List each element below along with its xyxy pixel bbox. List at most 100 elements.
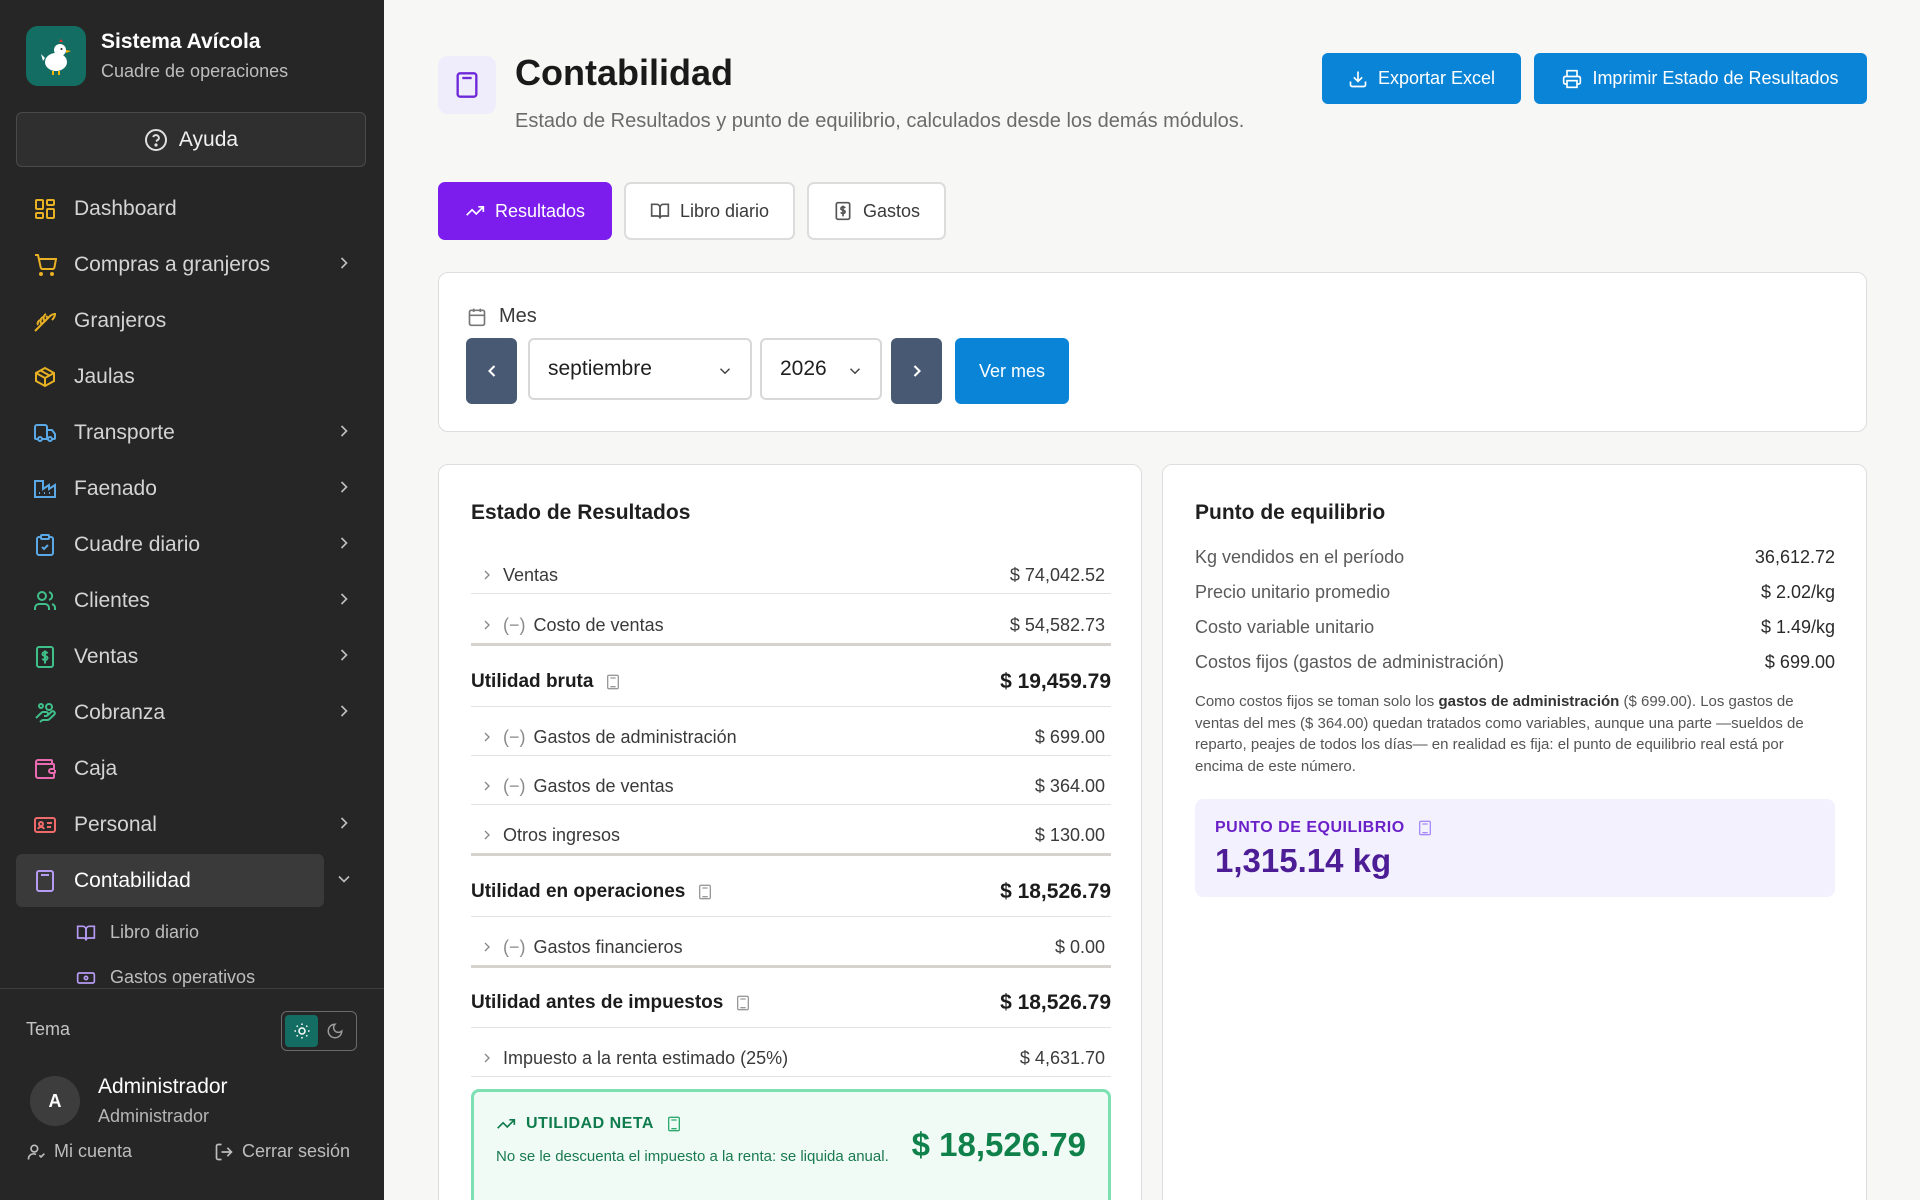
tab-resultados[interactable]: Resultados: [438, 182, 612, 240]
income-statement-card: Estado de Resultados Ventas $ 74,042.52 …: [438, 464, 1142, 1200]
year-select[interactable]: 2026: [760, 338, 882, 400]
trending-up-icon: [466, 206, 485, 216]
chevron-down-icon: [338, 875, 350, 883]
chevron-right-icon: [471, 729, 503, 745]
divider: [471, 706, 1111, 707]
divider: [471, 1027, 1111, 1028]
subnav-item-libro-diario[interactable]: Libro diario: [16, 910, 366, 955]
logout-link[interactable]: Cerrar sesión: [214, 1141, 350, 1162]
box-icon: [32, 364, 58, 390]
break-even-row: Precio unitario promedio $ 2.02/kg: [1195, 582, 1835, 603]
row-impuesto-renta[interactable]: Impuesto a la renta estimado (25%) $ 4,6…: [471, 1042, 1111, 1074]
sidebar-item-jaulas[interactable]: Jaulas: [16, 350, 366, 403]
theme-toggle[interactable]: [281, 1011, 357, 1051]
row-label: Impuesto a la renta estimado (25%): [503, 1047, 789, 1068]
user-icon: [27, 1144, 45, 1159]
export-excel-button[interactable]: Exportar Excel: [1322, 53, 1521, 104]
chevron-right-icon: [471, 939, 503, 955]
view-month-button[interactable]: Ver mes: [955, 338, 1069, 404]
row-ventas[interactable]: Ventas $ 74,042.52: [471, 559, 1111, 591]
sidebar-item-dashboard[interactable]: Dashboard: [16, 182, 366, 235]
sun-icon[interactable]: [285, 1015, 318, 1047]
row-value: $ 18,526.79: [1000, 991, 1111, 1014]
sidebar-item-caja[interactable]: Caja: [16, 742, 366, 795]
my-account-link[interactable]: Mi cuenta: [26, 1141, 132, 1162]
sidebar-item-granjeros[interactable]: Granjeros: [16, 294, 366, 347]
sidebar-item-cuadre-diario[interactable]: Cuadre diario: [16, 518, 366, 571]
brand[interactable]: Sistema Avícola Cuadre de operaciones: [26, 26, 288, 86]
sidebar-item-ventas[interactable]: Ventas: [16, 630, 366, 683]
calendar-icon: [468, 308, 486, 326]
logout-icon: [215, 1143, 233, 1160]
users-icon: [32, 588, 58, 614]
help-button[interactable]: Ayuda: [16, 112, 366, 167]
chevron-right-icon: [471, 778, 503, 794]
sidebar-item-faenado[interactable]: Faenado: [16, 462, 366, 515]
chevron-down-icon: [849, 368, 861, 375]
minus-sign: (−): [503, 936, 526, 957]
chevron-right-icon: [340, 649, 348, 661]
net-income-box: UTILIDAD NETA No se le descuenta el impu…: [471, 1089, 1111, 1200]
net-income-label-text: UTILIDAD NETA: [526, 1115, 654, 1132]
sidebar-item-label: Cobranza: [74, 700, 166, 724]
print-statement-button[interactable]: Imprimir Estado de Resultados: [1534, 53, 1867, 104]
logout-label: Cerrar sesión: [242, 1141, 351, 1161]
row-otros-ingresos[interactable]: Otros ingresos $ 130.00: [471, 819, 1111, 851]
tab-label: Resultados: [494, 200, 586, 221]
row-value: $ 699.00: [1764, 652, 1835, 672]
trending-up-icon: [497, 1119, 516, 1129]
row-costo-ventas[interactable]: (−) Costo de ventas $ 54,582.73: [471, 609, 1111, 641]
user-profile: A Administrador Administrador: [30, 1075, 228, 1127]
row-value: $ 364.00: [1034, 775, 1105, 796]
minus-sign: (−): [503, 614, 526, 635]
net-income-label: UTILIDAD NETA: [496, 1114, 692, 1134]
clipboard-icon: [32, 532, 58, 558]
break-even-row: Costos fijos (gastos de administración) …: [1195, 652, 1835, 673]
page-subtitle: Estado de Resultados y punto de equilibr…: [515, 110, 1245, 132]
note-bold-text: gastos de administración: [1438, 693, 1620, 710]
row-label: Precio unitario promedio: [1195, 582, 1391, 602]
chevron-right-icon: [340, 481, 348, 493]
download-icon: [1349, 71, 1367, 87]
tab-libro-diario[interactable]: Libro diario: [624, 182, 795, 240]
id-card-icon: [32, 812, 58, 838]
previous-month-button[interactable]: [466, 338, 517, 404]
break-even-result-value: 1,315.14 kg: [1215, 842, 1392, 879]
row-label: Ventas: [503, 564, 559, 585]
divider: [471, 755, 1111, 756]
row-label: Costo de ventas: [533, 614, 664, 635]
net-income-value: $ 18,526.79: [911, 1126, 1086, 1163]
brand-title: Sistema Avícola: [101, 30, 261, 53]
break-even-result-box: PUNTO DE EQUILIBRIO 1,315.14 kg: [1195, 799, 1835, 897]
chicken-logo-icon: [26, 26, 86, 86]
sidebar-item-clientes[interactable]: Clientes: [16, 574, 366, 627]
sidebar-item-label: Granjeros: [74, 308, 167, 332]
tab-gastos[interactable]: Gastos: [807, 182, 946, 240]
calculator-icon: [737, 995, 750, 1011]
wheat-icon: [32, 308, 58, 334]
sidebar-item-label: Cuadre diario: [74, 532, 201, 556]
sidebar-item-label: Jaulas: [74, 364, 135, 388]
next-month-button[interactable]: [891, 338, 942, 404]
chevron-right-icon: [471, 567, 503, 583]
chevron-right-icon: [471, 1050, 503, 1066]
tab-label: Gastos: [862, 200, 921, 221]
sidebar-item-contabilidad[interactable]: Contabilidad: [16, 854, 350, 907]
sidebar-item-label: Clientes: [74, 588, 150, 612]
sidebar-nav: Dashboard Compras a granjeros Granjeros …: [16, 182, 366, 1000]
sidebar-item-compras[interactable]: Compras a granjeros: [16, 238, 366, 291]
row-utilidad-operaciones: Utilidad en operaciones $ 18,526.79: [471, 875, 1111, 909]
sidebar-item-cobranza[interactable]: Cobranza: [16, 686, 366, 739]
row-gastos-ventas[interactable]: (−) Gastos de ventas $ 364.00: [471, 770, 1111, 802]
export-excel-label: Exportar Excel: [1377, 68, 1496, 88]
sidebar-item-personal[interactable]: Personal: [16, 798, 366, 851]
row-gastos-administracion[interactable]: (−) Gastos de administración $ 699.00: [471, 721, 1111, 753]
moon-icon[interactable]: [318, 1015, 351, 1047]
row-value: $ 74,042.52: [1009, 564, 1105, 585]
theme-label: Tema: [26, 1019, 71, 1039]
calculator-icon: [667, 1116, 680, 1132]
row-gastos-financieros[interactable]: (−) Gastos financieros $ 0.00: [471, 931, 1111, 963]
sidebar-item-transporte[interactable]: Transporte: [16, 406, 366, 459]
break-even-result-label-text: PUNTO DE EQUILIBRIO: [1215, 819, 1405, 836]
month-select[interactable]: septiembre: [528, 338, 752, 400]
